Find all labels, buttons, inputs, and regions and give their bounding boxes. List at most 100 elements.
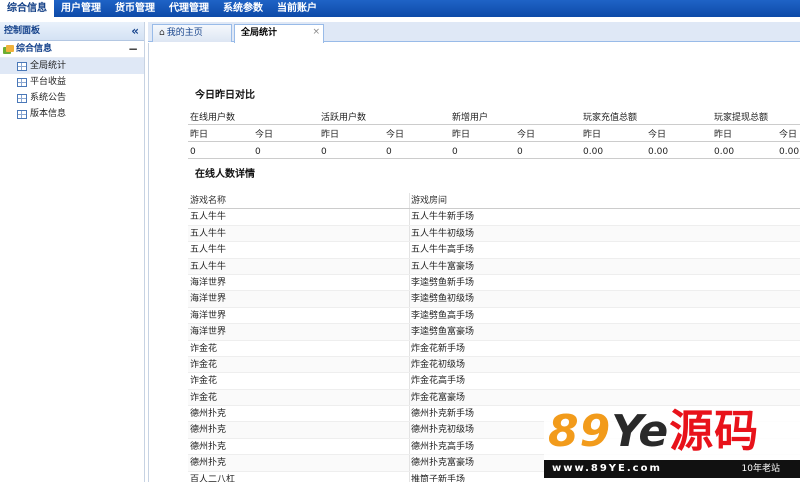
sidebar-item-label: 平台收益 bbox=[30, 77, 67, 87]
value-cell: 0.00 bbox=[714, 147, 735, 157]
nav-current-account[interactable]: 当前账户 bbox=[270, 0, 324, 17]
header-active-users: 活跃用户数 bbox=[321, 113, 367, 123]
table-row: 诈金花 炸金花新手场 bbox=[188, 340, 800, 357]
value-cell: 0 bbox=[452, 147, 458, 157]
sub-today: 今日 bbox=[648, 130, 667, 140]
game-room-cell: 炸金花富豪场 bbox=[409, 389, 465, 406]
grid-icon bbox=[17, 61, 27, 71]
nav-overview[interactable]: 综合信息 bbox=[0, 0, 54, 17]
sidebar-group-label: 综合信息 bbox=[16, 43, 53, 54]
sidebar-header: 控制面板 « bbox=[0, 22, 144, 41]
sub-today: 今日 bbox=[517, 130, 536, 140]
watermark-89: 89 bbox=[548, 406, 612, 457]
compare-sub-header-row: 昨日 今日 昨日 今日 昨日 今日 昨日 今日 昨日 今日 bbox=[188, 128, 800, 142]
table-row: 诈金花 炸金花初级场 bbox=[188, 356, 800, 374]
tab-global-stats[interactable]: 全局统计 × bbox=[234, 24, 324, 43]
header-total-recharge: 玩家充值总额 bbox=[583, 113, 638, 123]
table-row: 海洋世界 李逵劈鱼新手场 bbox=[188, 274, 800, 292]
game-name-cell: 德州扑克 bbox=[190, 409, 227, 420]
tab-bar: ⌂ 我的主页 全局统计 × bbox=[148, 22, 800, 43]
game-name-cell: 海洋世界 bbox=[190, 310, 227, 321]
home-icon: ⌂ bbox=[159, 28, 165, 38]
game-room-cell: 五人牛牛新手场 bbox=[409, 209, 474, 225]
game-room-cell: 李逵劈鱼初级场 bbox=[409, 291, 474, 307]
nav-currency-management[interactable]: 货币管理 bbox=[108, 0, 162, 17]
game-room-cell: 炸金花高手场 bbox=[409, 373, 465, 389]
game-name-cell: 五人牛牛 bbox=[190, 245, 227, 256]
sub-yesterday: 昨日 bbox=[583, 130, 602, 140]
table-row: 海洋世界 李逵劈鱼富豪场 bbox=[188, 324, 800, 341]
sidebar-item-label: 全局统计 bbox=[30, 61, 67, 71]
table-header-row: 游戏名称 游戏房间 bbox=[188, 193, 800, 210]
sidebar-title: 控制面板 bbox=[4, 26, 41, 36]
game-room-cell: 德州扑克新手场 bbox=[409, 406, 474, 422]
table-row: 五人牛牛 五人牛牛初级场 bbox=[188, 225, 800, 243]
table-row: 诈金花 炸金花富豪场 bbox=[188, 389, 800, 407]
tab-global-stats-label: 全局统计 bbox=[241, 28, 278, 38]
value-cell: 0 bbox=[190, 147, 196, 157]
sidebar: 控制面板 « 综合信息 − 全局统计 平台收益 系统公告 版本信息 bbox=[0, 22, 145, 482]
game-name-cell: 诈金花 bbox=[190, 359, 218, 370]
value-cell: 0.00 bbox=[583, 147, 604, 157]
sidebar-item-label: 版本信息 bbox=[30, 109, 67, 119]
sidebar-item-label: 系统公告 bbox=[30, 93, 67, 103]
watermark-bar: www.89YE.com 10年老站 bbox=[544, 460, 800, 478]
sidebar-item-global-stats[interactable]: 全局统计 bbox=[0, 58, 144, 74]
game-room-cell: 德州扑克初级场 bbox=[409, 422, 474, 438]
watermark-source: 源码 bbox=[669, 406, 760, 457]
grid-icon bbox=[17, 109, 27, 119]
grid-icon bbox=[17, 93, 27, 103]
header-total-withdraw: 玩家提现总额 bbox=[714, 113, 769, 123]
table-row: 五人牛牛 五人牛牛高手场 bbox=[188, 242, 800, 259]
value-cell: 0 bbox=[321, 147, 327, 157]
game-name-cell: 诈金花 bbox=[190, 392, 218, 403]
game-room-cell: 炸金花新手场 bbox=[409, 340, 465, 356]
sub-yesterday: 昨日 bbox=[190, 130, 209, 140]
game-room-cell: 李逵劈鱼新手场 bbox=[409, 274, 474, 291]
group-collapse-icon[interactable]: − bbox=[128, 41, 138, 58]
compare-section-title: 今日昨日对比 bbox=[195, 90, 255, 101]
sidebar-item-platform-revenue[interactable]: 平台收益 bbox=[0, 74, 144, 90]
watermark-ye: Ye bbox=[611, 406, 670, 457]
collapse-icon[interactable]: « bbox=[131, 22, 139, 41]
watermark-url: www.89YE.com bbox=[552, 463, 662, 474]
nav-system-params[interactable]: 系统参数 bbox=[216, 0, 270, 17]
game-room-cell: 推筒子新手场 bbox=[409, 471, 465, 482]
column-header-room: 游戏房间 bbox=[409, 193, 447, 209]
sub-yesterday: 昨日 bbox=[321, 130, 340, 140]
table-row: 海洋世界 李逵劈鱼高手场 bbox=[188, 307, 800, 325]
sidebar-item-version-info[interactable]: 版本信息 bbox=[0, 106, 144, 122]
game-name-cell: 德州扑克 bbox=[190, 458, 227, 469]
game-name-cell: 海洋世界 bbox=[190, 277, 227, 288]
watermark-tag: 10年老站 bbox=[741, 464, 780, 474]
folder-icon bbox=[3, 44, 14, 54]
game-name-cell: 五人牛牛 bbox=[190, 261, 227, 272]
table-row: 诈金花 炸金花高手场 bbox=[188, 373, 800, 390]
game-room-cell: 德州扑克富豪场 bbox=[409, 455, 474, 471]
value-cell: 0 bbox=[386, 147, 392, 157]
tab-home[interactable]: ⌂ 我的主页 bbox=[152, 24, 232, 42]
value-cell: 0.00 bbox=[779, 147, 800, 157]
sidebar-item-announcements[interactable]: 系统公告 bbox=[0, 90, 144, 106]
table-row: 海洋世界 李逵劈鱼初级场 bbox=[188, 291, 800, 308]
game-room-cell: 李逵劈鱼富豪场 bbox=[409, 324, 474, 340]
online-section-title: 在线人数详情 bbox=[195, 169, 255, 180]
sidebar-group-overview[interactable]: 综合信息 − bbox=[0, 41, 144, 58]
value-cell: 0 bbox=[255, 147, 261, 157]
sub-yesterday: 昨日 bbox=[714, 130, 733, 140]
nav-agent-management[interactable]: 代理管理 bbox=[162, 0, 216, 17]
game-room-cell: 五人牛牛富豪场 bbox=[409, 258, 474, 274]
sub-today: 今日 bbox=[779, 130, 798, 140]
game-room-cell: 炸金花初级场 bbox=[409, 356, 465, 373]
top-nav: 综合信息 用户管理 货币管理 代理管理 系统参数 当前账户 bbox=[0, 0, 800, 17]
compare-header-row: 在线用户数 活跃用户数 新增用户 玩家充值总额 玩家提现总额 bbox=[188, 111, 800, 125]
nav-user-management[interactable]: 用户管理 bbox=[54, 0, 108, 17]
header-new-users: 新增用户 bbox=[452, 113, 489, 123]
header-online-users: 在线用户数 bbox=[190, 113, 236, 123]
close-icon[interactable]: × bbox=[312, 24, 320, 41]
game-room-cell: 五人牛牛初级场 bbox=[409, 225, 474, 242]
column-header-game: 游戏名称 bbox=[190, 196, 227, 206]
watermark-logo: 89Ye源码 www.89YE.com 10年老站 bbox=[544, 406, 800, 482]
table-row: 五人牛牛 五人牛牛富豪场 bbox=[188, 258, 800, 275]
value-cell: 0.00 bbox=[648, 147, 669, 157]
